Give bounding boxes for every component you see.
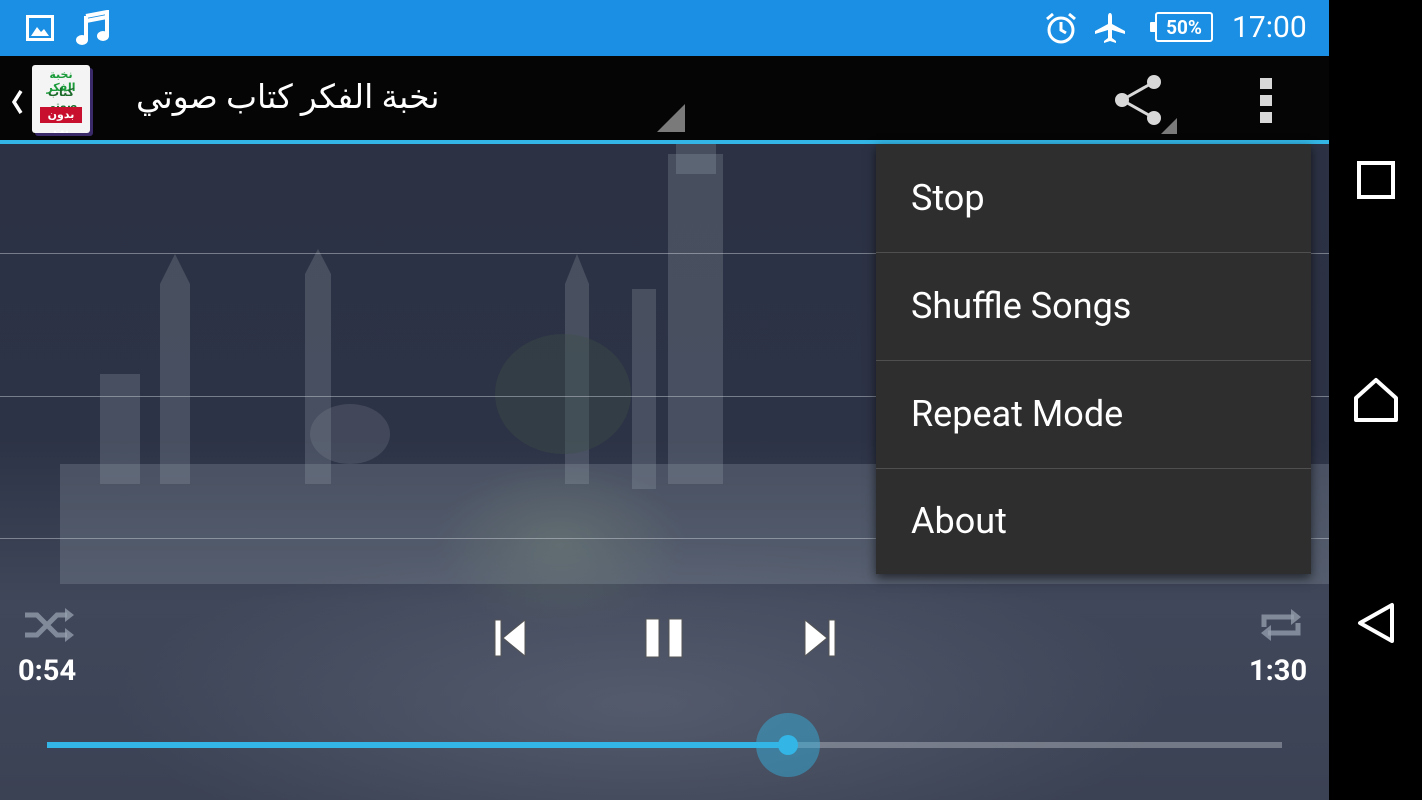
- music-note-icon: [75, 0, 111, 56]
- menu-item-shuffle-songs[interactable]: Shuffle Songs: [876, 252, 1311, 360]
- menu-item-repeat-mode[interactable]: Repeat Mode: [876, 360, 1311, 468]
- home-icon: [1353, 378, 1398, 422]
- share-icon[interactable]: [1108, 70, 1178, 134]
- up-chevron-icon[interactable]: [4, 82, 30, 122]
- shuffle-icon[interactable]: [22, 603, 76, 647]
- seekbar-progress: [47, 742, 788, 748]
- app-title: نخبة الفكر كتاب صوتي: [136, 78, 440, 117]
- pause-button[interactable]: [640, 612, 688, 664]
- screen: 50% 17:00 نخبة الفكر كتاب صوتي بدون نت ن…: [0, 0, 1329, 800]
- spinner-corner-icon: [657, 104, 685, 132]
- back-icon: [1357, 603, 1394, 643]
- status-bar: 50% 17:00: [0, 0, 1329, 56]
- previous-track-button[interactable]: [488, 614, 532, 662]
- app-logo-line: بدون نت: [40, 107, 82, 133]
- image-icon: [25, 0, 55, 56]
- seekbar-thumb[interactable]: [778, 735, 798, 755]
- recents-icon: [1356, 161, 1395, 199]
- recents-button[interactable]: [1329, 135, 1422, 225]
- back-button[interactable]: [1329, 578, 1422, 668]
- menu-item-about[interactable]: About: [876, 468, 1311, 574]
- next-track-button[interactable]: [798, 614, 842, 662]
- total-duration: 1:30: [1249, 654, 1308, 688]
- overflow-menu-icon[interactable]: [1246, 72, 1286, 128]
- battery-level: 50%: [1166, 15, 1202, 39]
- overflow-menu: Stop Shuffle Songs Repeat Mode About: [876, 144, 1311, 574]
- navigation-bar: [1329, 0, 1422, 800]
- menu-item-stop[interactable]: Stop: [876, 144, 1311, 252]
- airplane-icon: [1092, 0, 1128, 56]
- repeat-icon[interactable]: [1256, 603, 1306, 647]
- alarm-icon: [1043, 0, 1079, 56]
- battery-icon: 50%: [1150, 12, 1213, 42]
- app-logo[interactable]: نخبة الفكر كتاب صوتي بدون نت: [32, 65, 90, 133]
- clock: 17:00: [1232, 10, 1307, 45]
- home-button[interactable]: [1329, 355, 1422, 445]
- elapsed-time: 0:54: [18, 654, 77, 688]
